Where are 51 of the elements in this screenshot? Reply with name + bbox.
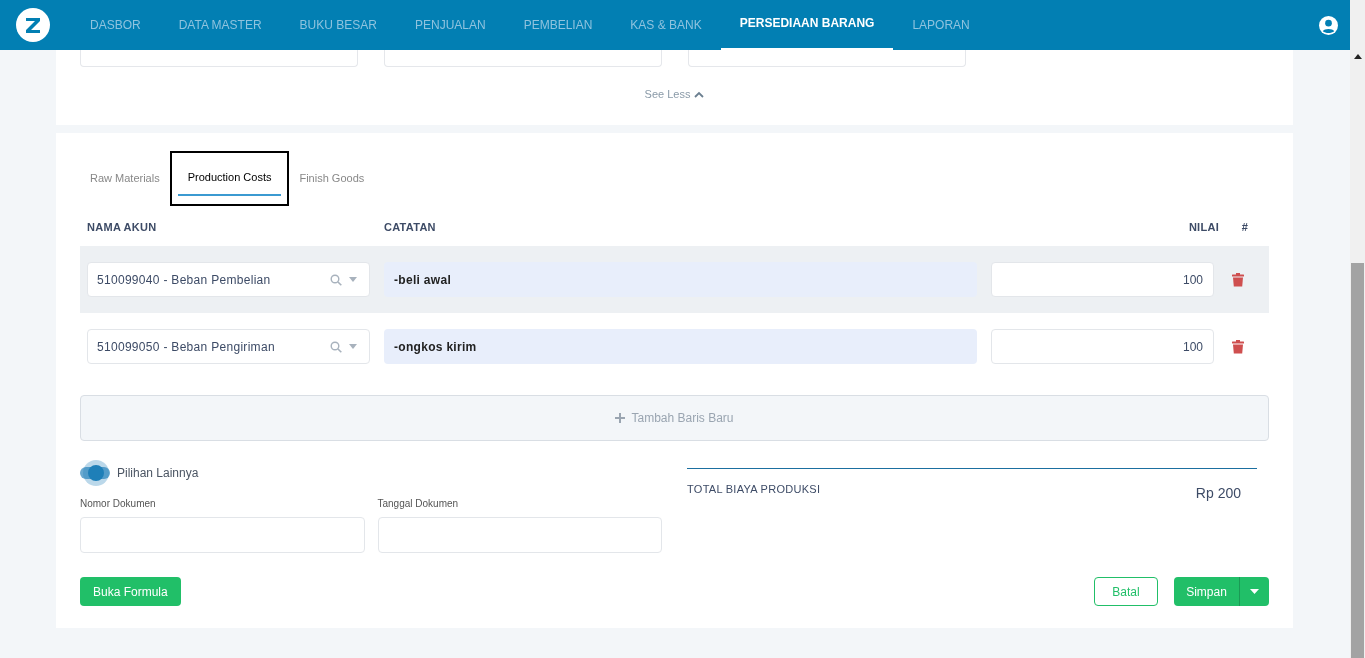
nav-tab[interactable]: BUKU BESAR [280, 0, 396, 50]
save-button[interactable]: Simpan [1174, 577, 1240, 606]
input-field[interactable] [377, 517, 662, 553]
search-icon [330, 273, 342, 286]
tab[interactable]: Production Costs [169, 151, 290, 206]
add-row-button[interactable]: Tambah Baris Baru [80, 395, 1269, 441]
dropdown-field[interactable] [80, 50, 358, 67]
user-account-icon[interactable] [1319, 15, 1338, 35]
nav-tab[interactable]: LAPORAN [893, 0, 989, 50]
table-row[interactable]: 510099040 - Beban Pembelian -beli awal 100 [80, 246, 1269, 313]
column-header: CATATAN [383, 219, 437, 235]
account-dropdown[interactable]: 510099040 - Beban Pembelian [87, 262, 370, 297]
field-label: Nomor Dokumen [80, 497, 157, 511]
nav-tab[interactable]: PENJUALAN [395, 0, 505, 50]
scrollbar[interactable] [1350, 0, 1365, 658]
chevron-up-icon [694, 90, 705, 98]
trash-icon[interactable] [1232, 339, 1244, 354]
search-icon [330, 340, 342, 353]
scroll-up-icon[interactable] [1353, 54, 1362, 59]
caret-icon [1250, 589, 1259, 594]
plus-icon [615, 413, 626, 423]
toggle-label: Pilihan Lainnya [117, 464, 199, 482]
account-dropdown[interactable]: 510099050 - Beban Pengiriman [87, 329, 370, 364]
tab[interactable]: Raw Materials [80, 151, 170, 206]
total-label: TOTAL BIAYA PRODUKSI [687, 482, 821, 497]
dropdown-field[interactable] [384, 50, 662, 67]
note-field[interactable]: -beli awal [384, 262, 977, 297]
nav-tab[interactable]: KAS & BANK [611, 0, 721, 50]
nav-tab[interactable]: PEMBELIAN [504, 0, 612, 50]
total-value: Rp 200 [1195, 484, 1241, 503]
column-header: NILAI [1187, 219, 1220, 235]
logo[interactable] [16, 8, 50, 42]
caret-icon [349, 344, 357, 349]
cancel-button[interactable]: Batal [1094, 577, 1158, 606]
column-header: # [1240, 219, 1250, 235]
open-formula-button[interactable]: Buka Formula [80, 577, 181, 606]
nav-tab[interactable]: DASBOR [71, 0, 160, 50]
scrollbar-thumb[interactable] [1351, 263, 1364, 658]
input-field[interactable] [80, 517, 365, 553]
nav-tab[interactable]: DATA MASTER [159, 0, 281, 50]
dropdown-field[interactable] [688, 50, 966, 67]
field-label: Tanggal Dokumen [377, 497, 460, 511]
tab[interactable]: Finish Goods [289, 151, 375, 206]
value-field[interactable]: 100 [991, 262, 1214, 297]
see-less-link[interactable]: See Less [644, 86, 705, 103]
note-field[interactable]: -ongkos kirim [384, 329, 977, 364]
save-options-button[interactable] [1240, 577, 1269, 606]
column-header: NAMA AKUN [86, 219, 158, 235]
value-field[interactable]: 100 [991, 329, 1214, 364]
caret-icon [349, 277, 357, 282]
trash-icon[interactable] [1232, 272, 1244, 287]
